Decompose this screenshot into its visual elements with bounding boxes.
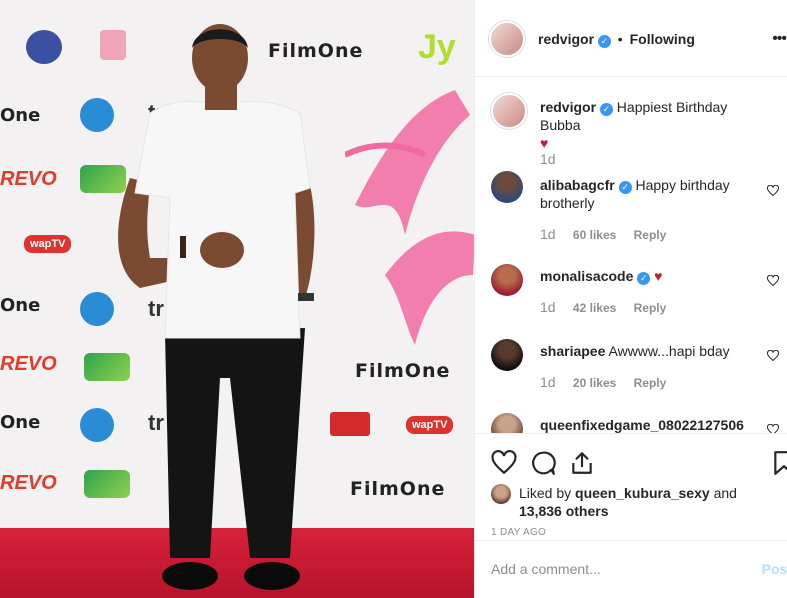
post-timestamp[interactable]: 1 DAY AGO: [491, 527, 546, 538]
post-photo[interactable]: FilmOne Jy One tr REVO wapTV One tr REVO…: [0, 0, 474, 598]
comment-time[interactable]: 1d: [540, 226, 556, 242]
comment-item: queenfixedgame_08022127506: [491, 413, 787, 433]
comment-item: alibabagcfr ✓ Happy birthday brotherly 1…: [491, 171, 787, 242]
reply-button[interactable]: Reply: [634, 301, 667, 315]
comment-username[interactable]: shariapee: [540, 343, 605, 359]
like-comment-heart-icon[interactable]: [767, 185, 779, 197]
waptv-logo: wapTV: [24, 235, 72, 253]
comment-text-block: shariapee Awwww...hapi bday: [540, 342, 750, 360]
header-author-line: redvigor ✓ • Following: [538, 31, 695, 48]
jybo-logo: Jy: [418, 28, 456, 66]
comment-username[interactable]: monalisacode: [540, 268, 633, 284]
comment-text-block: monalisacode ✓ ♥: [540, 267, 750, 285]
rave-tv-logo: [26, 30, 62, 64]
comment-bubble-icon[interactable]: [530, 450, 556, 476]
commenter-avatar[interactable]: [491, 264, 523, 296]
commenter-avatar[interactable]: [491, 339, 523, 371]
instagram-post: FilmOne Jy One tr REVO wapTV One tr REVO…: [0, 0, 787, 598]
author-avatar[interactable]: [491, 93, 527, 129]
like-comment-heart-icon[interactable]: [767, 275, 779, 287]
post-details-panel: redvigor ✓ • Following ••• redvigor ✓ Ha…: [474, 0, 787, 598]
comment-item: shariapee Awwww...hapi bday 1d 20 likes …: [491, 339, 787, 399]
verified-badge-icon: ✓: [599, 103, 613, 116]
post-header: redvigor ✓ • Following •••: [475, 0, 787, 77]
liked-by-text: Liked by queen_kubura_sexy and 13,836 ot…: [519, 484, 737, 520]
author-avatar[interactable]: [489, 21, 525, 57]
filmone-logo: FilmOne: [355, 360, 451, 382]
comment-likes[interactable]: 42 likes: [573, 301, 616, 315]
reply-button[interactable]: Reply: [634, 228, 667, 242]
liked-by-avatar[interactable]: [491, 484, 511, 504]
like-comment-heart-icon[interactable]: [767, 350, 779, 362]
comment-likes[interactable]: 20 likes: [573, 376, 616, 390]
caption-text-block: redvigor ✓ Happiest Birthday Bubba ♥: [540, 98, 770, 152]
comment-time[interactable]: 1d: [540, 374, 556, 390]
reply-button[interactable]: Reply: [634, 376, 667, 390]
filmone-logo-partial: One: [0, 295, 41, 316]
comment-text-block: queenfixedgame_08022127506: [540, 416, 780, 433]
separator-dot: •: [617, 31, 623, 47]
following-button[interactable]: Following: [630, 31, 695, 47]
filmone-logo-partial: One: [0, 105, 41, 126]
more-options-icon[interactable]: •••: [772, 30, 787, 48]
liked-by-and: and: [713, 485, 737, 501]
filmone-logo-partial: One: [0, 412, 41, 433]
commenter-avatar[interactable]: [491, 413, 523, 433]
add-comment-input[interactable]: [491, 557, 751, 581]
liked-by-prefix: Liked by: [519, 485, 572, 501]
comment-item: monalisacode ✓ ♥ 1d 42 likes Reply: [491, 264, 787, 324]
add-comment-bar: Post: [475, 540, 787, 598]
caption-username[interactable]: redvigor: [540, 99, 596, 115]
caption-meta: 1d: [540, 151, 570, 167]
verified-badge-icon: ✓: [637, 272, 651, 285]
liked-by-user[interactable]: queen_kubura_sexy: [575, 485, 710, 501]
comments-list[interactable]: redvigor ✓ Happiest Birthday Bubba ♥ 1d …: [475, 77, 787, 433]
commenter-avatar[interactable]: [491, 171, 523, 203]
liked-by-others[interactable]: 13,836 others: [519, 503, 609, 519]
revo-logo: REVO: [0, 472, 57, 494]
comment-likes[interactable]: 60 likes: [573, 228, 616, 242]
comment-meta: 1d 20 likes Reply: [540, 374, 680, 390]
verified-badge-icon: ✓: [618, 181, 632, 194]
save-bookmark-icon[interactable]: [771, 450, 787, 476]
verified-badge-icon: ✓: [597, 35, 611, 48]
comment-username[interactable]: queenfixedgame_08022127506: [540, 417, 744, 433]
heart-emoji: ♥: [540, 135, 549, 151]
author-username[interactable]: redvigor: [538, 31, 594, 47]
blue-sponsor-logo: [80, 408, 114, 442]
like-comment-heart-icon[interactable]: [767, 424, 779, 433]
pink-event-lettering: [345, 90, 474, 345]
revo-logo: REVO: [0, 353, 57, 375]
share-upload-icon[interactable]: [569, 450, 595, 476]
comment-meta: 1d 42 likes Reply: [540, 299, 680, 315]
filmone-logo: FilmOne: [350, 478, 446, 500]
revo-logo: REVO: [0, 168, 57, 190]
comment-time[interactable]: 1d: [540, 299, 556, 315]
comment-meta: 1d 60 likes Reply: [540, 226, 680, 242]
comment-text: ♥: [654, 268, 663, 284]
waptv-logo: wapTV: [406, 416, 454, 434]
like-heart-icon[interactable]: [491, 450, 517, 476]
comment-text: Awwww...hapi bday: [608, 343, 730, 359]
person-figure: [118, 24, 315, 590]
blue-sponsor-logo: [80, 292, 114, 326]
comment-text-block: alibabagcfr ✓ Happy birthday brotherly: [540, 176, 750, 212]
comment-username[interactable]: alibabagcfr: [540, 177, 615, 193]
caption-time[interactable]: 1d: [540, 151, 556, 167]
blue-sponsor-logo: [80, 98, 114, 132]
caption: redvigor ✓ Happiest Birthday Bubba ♥ 1d: [491, 93, 787, 183]
post-comment-button[interactable]: Post: [762, 561, 787, 577]
